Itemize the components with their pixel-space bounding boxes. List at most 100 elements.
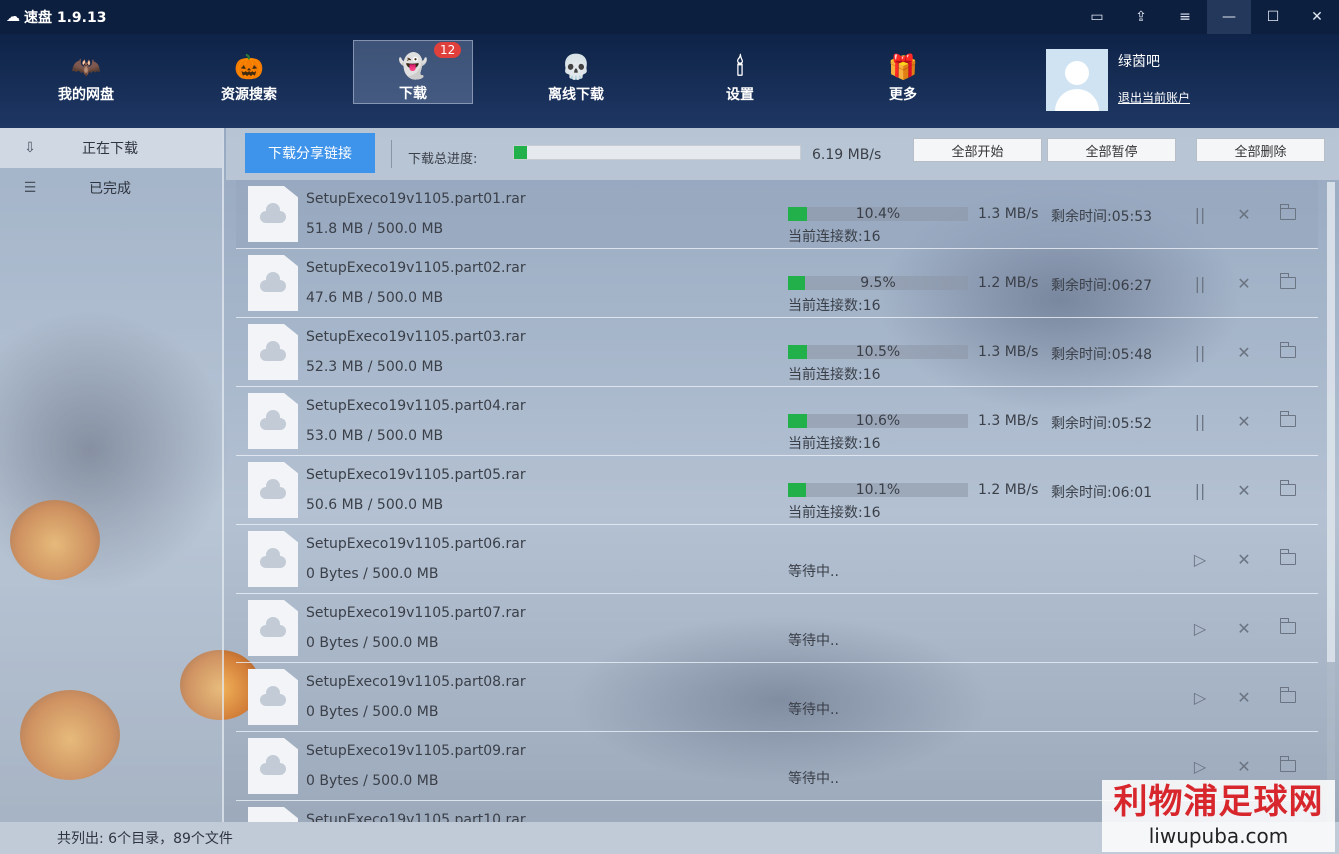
delete-all-button[interactable]: 全部删除 xyxy=(1196,138,1325,162)
sidebar: ⇩ 正在下载 ☰ 已完成 xyxy=(0,128,224,822)
file-progress-percent: 9.5% xyxy=(860,275,896,291)
file-icon xyxy=(248,531,298,587)
file-progress-percent: 10.4% xyxy=(855,206,901,222)
nav-my-disk[interactable]: 🦇 我的网盘 xyxy=(26,40,146,104)
file-size: 50.6 MB / 500.0 MB xyxy=(306,497,444,513)
skin-icon[interactable]: ▭ xyxy=(1075,0,1119,34)
gift-icon: 🎁 xyxy=(888,53,918,81)
connection-count: 当前连接数:16 xyxy=(788,229,881,245)
avatar[interactable] xyxy=(1046,49,1108,111)
logout-link[interactable]: 退出当前账户 xyxy=(1118,89,1190,106)
file-name: SetupExeco19v1105.part07.rar xyxy=(306,605,526,621)
folder-icon[interactable] xyxy=(1276,409,1300,433)
app-title: ☁ 速盘 1.9.13 xyxy=(6,9,107,26)
nav-offline-download[interactable]: 💀 离线下载 xyxy=(516,40,636,104)
scrollbar-thumb[interactable] xyxy=(1327,182,1335,662)
waiting-status: 等待中.. xyxy=(788,771,839,787)
close-icon[interactable]: ✕ xyxy=(1232,685,1256,709)
pause-icon[interactable]: || xyxy=(1188,340,1212,364)
play-icon[interactable]: ▷ xyxy=(1188,616,1212,640)
pumpkin-icon: 🎃 xyxy=(234,53,264,81)
download-row[interactable]: SetupExeco19v1105.part05.rar 50.6 MB / 50… xyxy=(236,456,1318,525)
start-all-button[interactable]: 全部开始 xyxy=(913,138,1042,162)
download-row[interactable]: SetupExeco19v1105.part08.rar 0 Bytes / 50… xyxy=(236,663,1318,732)
ghost-icon: 👻 xyxy=(398,52,428,80)
file-name: SetupExeco19v1105.part04.rar xyxy=(306,398,526,414)
file-name: SetupExeco19v1105.part10.rar xyxy=(306,812,526,822)
download-row[interactable]: SetupExeco19v1105.part04.rar 53.0 MB / 50… xyxy=(236,387,1318,456)
close-icon[interactable]: ✕ xyxy=(1232,616,1256,640)
close-icon[interactable]: ✕ xyxy=(1232,478,1256,502)
folder-icon[interactable] xyxy=(1276,271,1300,295)
nav-resource-search[interactable]: 🎃 资源搜索 xyxy=(189,40,309,104)
download-row[interactable]: SetupExeco19v1105.part02.rar 47.6 MB / 50… xyxy=(236,249,1318,318)
folder-icon[interactable] xyxy=(1276,685,1300,709)
download-row[interactable]: SetupExeco19v1105.part01.rar 51.8 MB / 50… xyxy=(236,180,1318,249)
candle-icon: 🕯 xyxy=(736,53,744,81)
nav-settings[interactable]: 🕯 设置 xyxy=(680,40,800,104)
waiting-status: 等待中.. xyxy=(788,564,839,580)
file-progress-percent: 10.1% xyxy=(855,482,901,498)
cloud-icon xyxy=(260,617,286,637)
file-size: 0 Bytes / 500.0 MB xyxy=(306,566,439,582)
download-share-link-button[interactable]: 下载分享链接 xyxy=(245,133,375,173)
sidebar-item-downloading[interactable]: ⇩ 正在下载 xyxy=(0,128,222,168)
file-size: 0 Bytes / 500.0 MB xyxy=(306,704,439,720)
close-icon[interactable]: ✕ xyxy=(1232,754,1256,778)
close-icon[interactable]: ✕ xyxy=(1232,547,1256,571)
close-window-button[interactable]: ✕ xyxy=(1295,0,1339,34)
waiting-status: 等待中.. xyxy=(788,702,839,718)
play-icon[interactable]: ▷ xyxy=(1188,754,1212,778)
download-row[interactable]: SetupExeco19v1105.part07.rar 0 Bytes / 50… xyxy=(236,594,1318,663)
play-icon[interactable]: ▷ xyxy=(1188,685,1212,709)
close-icon[interactable]: ✕ xyxy=(1232,202,1256,226)
upload-icon[interactable]: ⇪ xyxy=(1119,0,1163,34)
connection-count: 当前连接数:16 xyxy=(788,367,881,383)
file-name: SetupExeco19v1105.part05.rar xyxy=(306,467,526,483)
cloud-icon xyxy=(260,548,286,568)
file-progress-percent: 10.6% xyxy=(855,413,901,429)
pause-all-button[interactable]: 全部暂停 xyxy=(1047,138,1176,162)
file-name: SetupExeco19v1105.part06.rar xyxy=(306,536,526,552)
close-icon[interactable]: ✕ xyxy=(1232,271,1256,295)
pause-icon[interactable]: || xyxy=(1188,271,1212,295)
file-progress-percent: 10.5% xyxy=(855,344,901,360)
connection-count: 当前连接数:16 xyxy=(788,505,881,521)
pause-icon[interactable]: || xyxy=(1188,409,1212,433)
file-name: SetupExeco19v1105.part01.rar xyxy=(306,191,526,207)
play-icon[interactable]: ▷ xyxy=(1188,547,1212,571)
minimize-button[interactable]: — xyxy=(1207,0,1251,34)
remaining-time: 剩余时间:06:27 xyxy=(1051,278,1153,294)
download-row[interactable]: SetupExeco19v1105.part03.rar 52.3 MB / 50… xyxy=(236,318,1318,387)
cloud-icon xyxy=(260,272,286,292)
close-icon[interactable]: ✕ xyxy=(1232,340,1256,364)
waiting-status: 等待中.. xyxy=(788,633,839,649)
folder-icon[interactable] xyxy=(1276,616,1300,640)
sidebar-item-completed[interactable]: ☰ 已完成 xyxy=(0,168,222,208)
scrollbar[interactable] xyxy=(1327,182,1335,822)
menu-icon[interactable]: ≡ xyxy=(1163,0,1207,34)
download-row[interactable]: SetupExeco19v1105.part06.rar 0 Bytes / 50… xyxy=(236,525,1318,594)
download-toolbar: 下载分享链接 下载总进度: 6.19 MB/s 全部开始 全部暂停 全部删除 xyxy=(226,128,1339,180)
remaining-time: 剩余时间:06:01 xyxy=(1051,485,1153,501)
maximize-button[interactable]: ☐ xyxy=(1251,0,1295,34)
pause-icon[interactable]: || xyxy=(1188,478,1212,502)
folder-icon[interactable] xyxy=(1276,340,1300,364)
cloud-icon xyxy=(260,686,286,706)
file-icon xyxy=(248,600,298,656)
cloud-icon xyxy=(260,755,286,775)
remaining-time: 剩余时间:05:48 xyxy=(1051,347,1153,363)
folder-icon[interactable] xyxy=(1276,547,1300,571)
nav-download[interactable]: 12 👻 下载 xyxy=(353,40,473,104)
folder-icon[interactable] xyxy=(1276,202,1300,226)
remaining-time: 剩余时间:05:53 xyxy=(1051,209,1153,225)
pause-icon[interactable]: || xyxy=(1188,202,1212,226)
folder-shape xyxy=(1279,204,1296,220)
close-icon[interactable]: ✕ xyxy=(1232,409,1256,433)
file-speed: 1.3 MB/s xyxy=(978,344,1039,360)
folder-shape xyxy=(1279,273,1296,289)
folder-icon[interactable] xyxy=(1276,478,1300,502)
folder-icon[interactable] xyxy=(1276,754,1300,778)
nav-more[interactable]: 🎁 更多 xyxy=(843,40,963,104)
file-speed: 1.3 MB/s xyxy=(978,413,1039,429)
